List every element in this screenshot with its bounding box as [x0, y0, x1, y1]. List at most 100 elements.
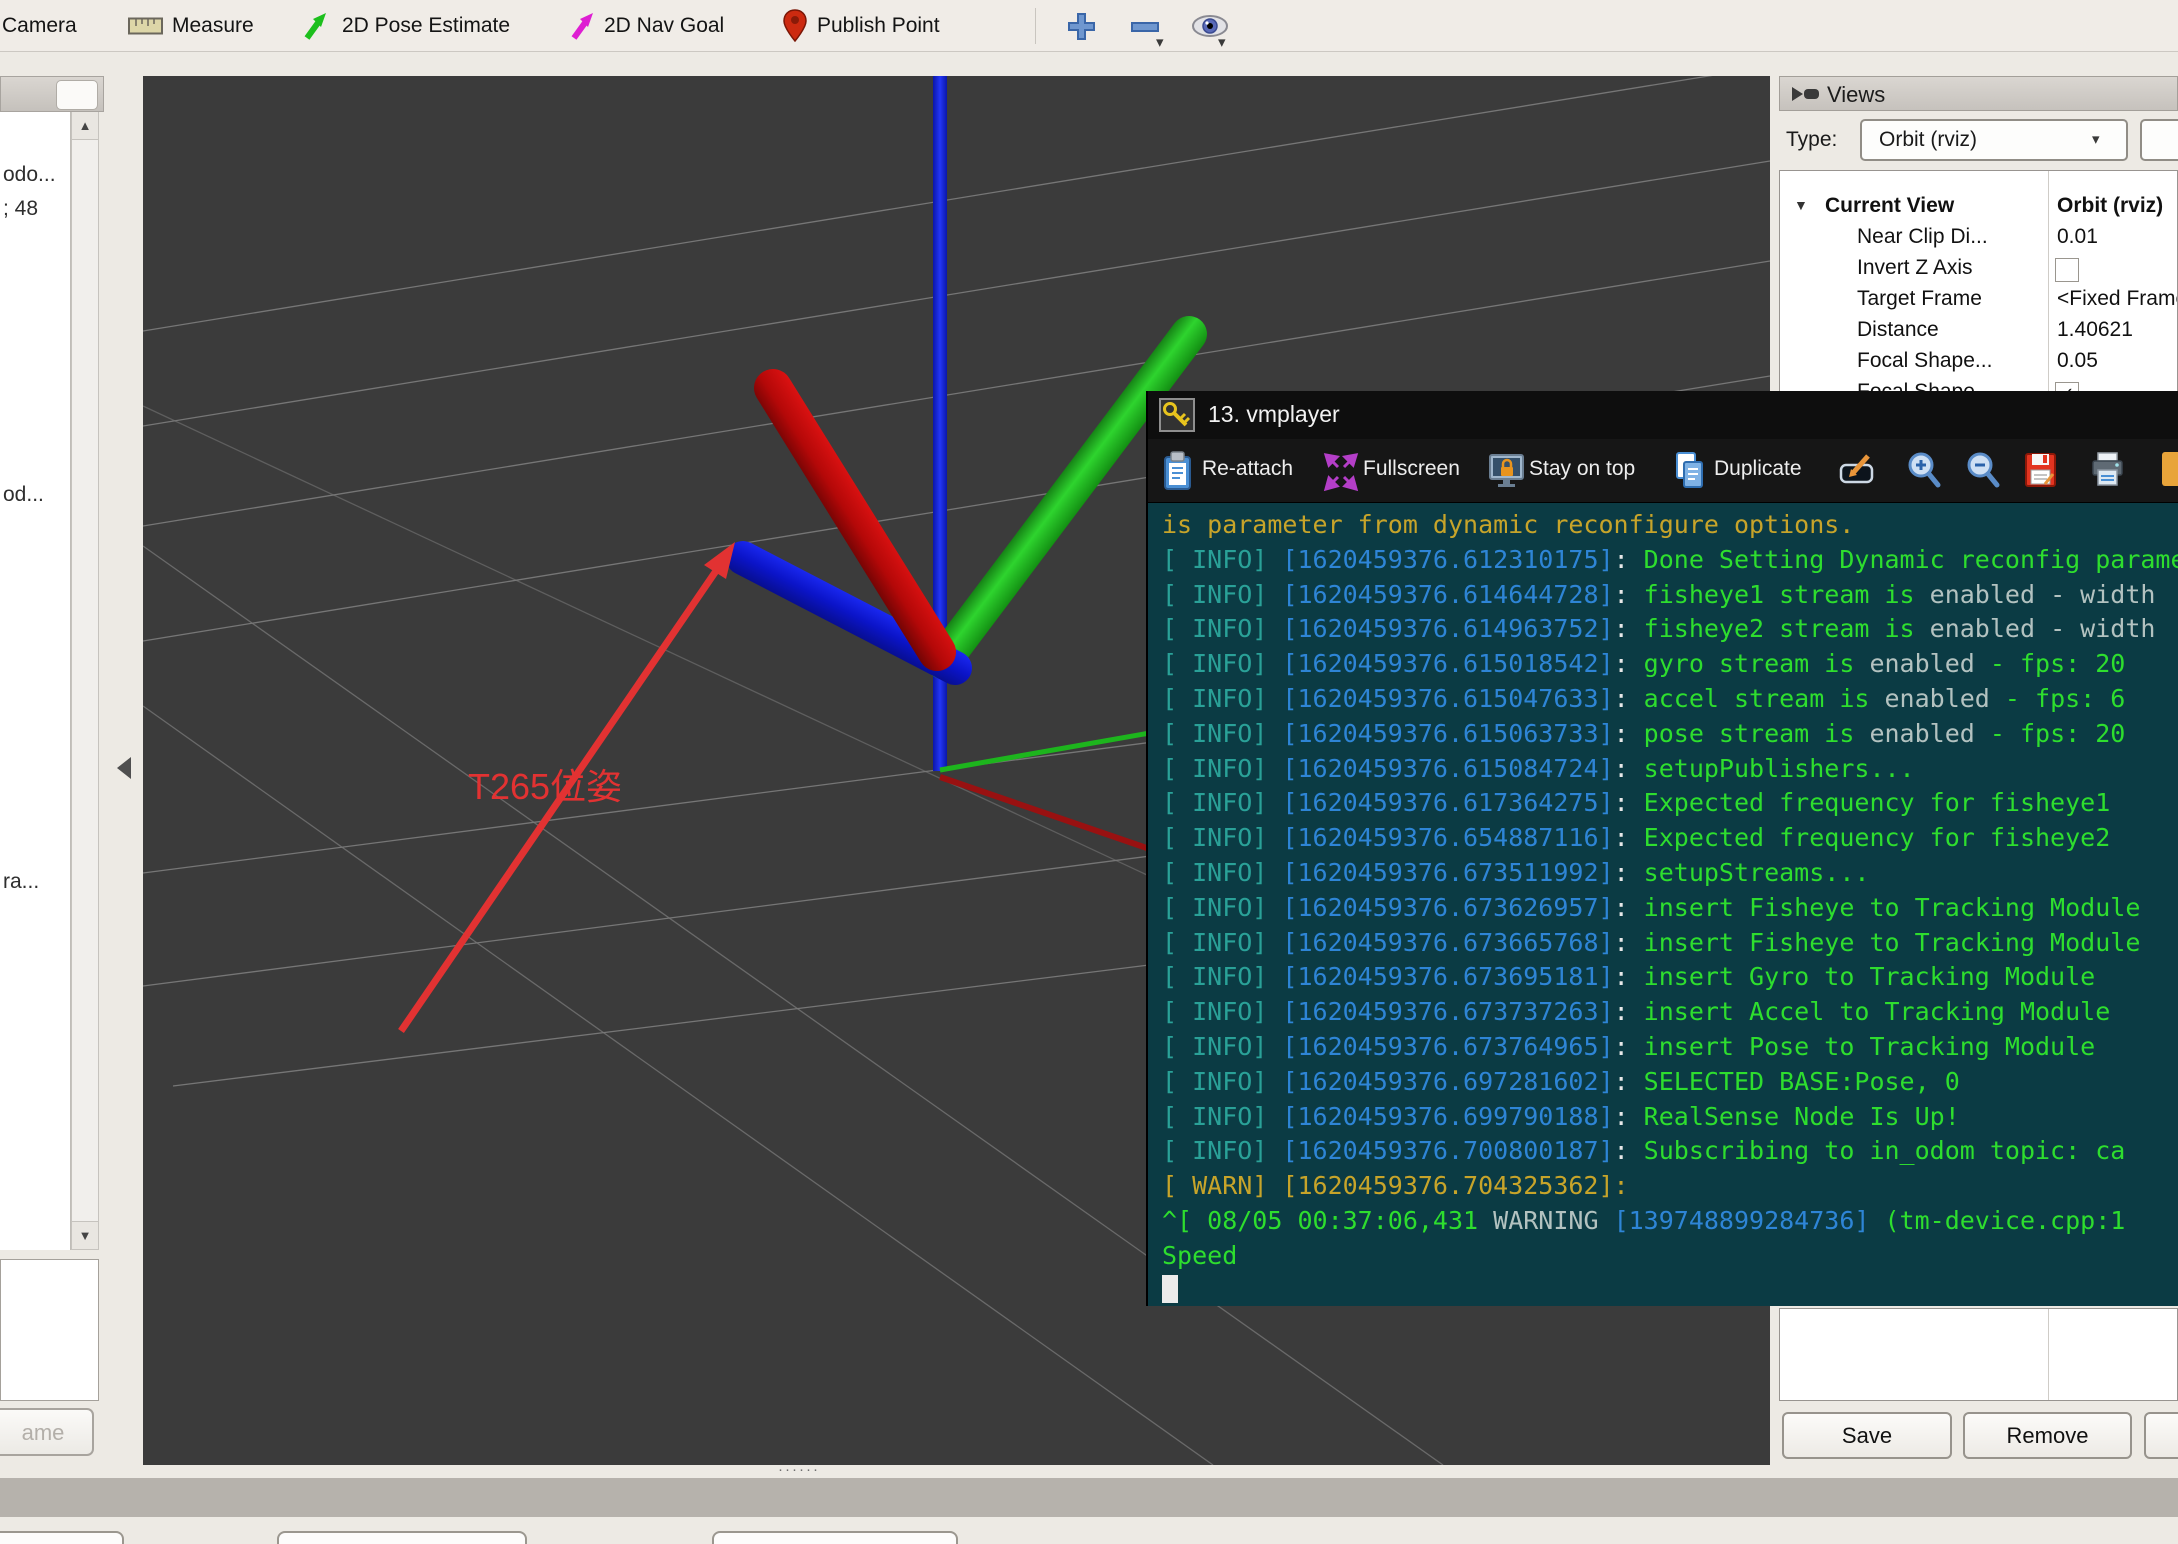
- saved-views-list[interactable]: [1779, 1308, 2178, 1401]
- property-row[interactable]: Near Clip Di... 0.01: [1780, 225, 2178, 256]
- console-line: Speed: [1162, 1239, 2178, 1274]
- bottom-partial-button-3[interactable]: [712, 1531, 958, 1544]
- green-arrow-icon: [300, 11, 330, 48]
- floppy-icon[interactable]: [2023, 450, 2059, 497]
- console-line: [ INFO] [1620459376.654887116]: Expected…: [1162, 821, 2178, 856]
- view-properties-grid[interactable]: ▼Current ViewOrbit (rviz)Near Clip Di...…: [1779, 170, 2178, 396]
- console-line: [ INFO] [1620459376.615084724]: setupPub…: [1162, 752, 2178, 787]
- console-line: [ INFO] [1620459376.699790188]: RealSens…: [1162, 1100, 2178, 1135]
- view-type-label: Type:: [1786, 128, 1837, 152]
- property-row[interactable]: ▼Current ViewOrbit (rviz): [1780, 194, 2178, 225]
- view-type-select[interactable]: Orbit (rviz) ▾: [1860, 119, 2128, 161]
- terminal-titlebar[interactable]: 13. vmplayer: [1148, 391, 2178, 439]
- console-line: [ INFO] [1620459376.673737263]: insert A…: [1162, 995, 2178, 1030]
- terminal-toolbar: Re-attach Fullscreen Stay on top Duplicate: [1148, 439, 2178, 503]
- vmplayer-terminal-window[interactable]: 13. vmplayer Re-attach Fullscreen Stay on …: [1146, 391, 2178, 1306]
- rename-view-button-partial[interactable]: [2144, 1412, 2178, 1459]
- monitor-lock-icon[interactable]: [1488, 450, 1526, 497]
- toolbar-item-nav-goal[interactable]: 2D Nav Goal: [604, 14, 724, 38]
- views-panel-header: Views: [1779, 76, 2178, 111]
- plus-icon[interactable]: [1064, 11, 1098, 48]
- displays-panel-button[interactable]: [56, 80, 98, 110]
- annotation-label: T265位姿: [468, 766, 622, 807]
- edit-icon[interactable]: [1838, 450, 1880, 493]
- resize-dots-handle[interactable]: ······: [778, 1461, 820, 1478]
- pin-icon: [782, 8, 808, 48]
- zoom-out-icon[interactable]: [1964, 450, 2002, 497]
- console-line: [ INFO] [1620459376.615047633]: accel st…: [1162, 682, 2178, 717]
- property-row[interactable]: Focal Shape... 0.05: [1780, 349, 2178, 380]
- key-icon: [1159, 398, 1195, 432]
- console-line: [ INFO] [1620459376.615018542]: gyro str…: [1162, 647, 2178, 682]
- display-item-fragment[interactable]: odo...: [3, 163, 56, 187]
- console-line: [ INFO] [1620459376.697281602]: SELECTED…: [1162, 1065, 2178, 1100]
- expander-icon[interactable]: ▼: [1794, 197, 1808, 213]
- bottom-partial-button-2[interactable]: [277, 1531, 527, 1544]
- console-line: is parameter from dynamic reconfigure op…: [1162, 508, 2178, 543]
- display-item-fragment[interactable]: ra...: [3, 870, 39, 894]
- view-zero-button[interactable]: [2140, 119, 2178, 161]
- property-row[interactable]: Distance 1.40621: [1780, 318, 2178, 349]
- list-column-divider: [2048, 1309, 2049, 1400]
- console-line: [ INFO] [1620459376.673764965]: insert P…: [1162, 1030, 2178, 1065]
- console-line: [ INFO] [1620459376.673665768]: insert F…: [1162, 926, 2178, 961]
- terminal-title: 13. vmplayer: [1208, 401, 1340, 428]
- displays-help-box: [0, 1259, 99, 1401]
- chevron-down-icon[interactable]: ▾: [1218, 38, 1226, 48]
- main-toolbar: Camera Measure 2D Pose Estimate 2D Nav Goal…: [0, 0, 2178, 52]
- console-line: [ WARN] [1620459376.704325362]:: [1162, 1169, 2178, 1204]
- console-line: [ INFO] [1620459376.614963752]: fisheye2…: [1162, 612, 2178, 647]
- rename-button[interactable]: ame: [0, 1408, 94, 1456]
- displays-scrollbar[interactable]: ▲ ▼: [71, 112, 99, 1250]
- bottom-partial-button-1[interactable]: [0, 1531, 124, 1544]
- console-line: [ INFO] [1620459376.614644728]: fisheye1…: [1162, 578, 2178, 613]
- property-label: Near Clip Di...: [1857, 225, 1988, 249]
- console-line: [ INFO] [1620459376.615063733]: pose str…: [1162, 717, 2178, 752]
- printer-icon[interactable]: [2089, 450, 2127, 497]
- console-line: ^[ 08/05 00:37:06,431 WARNING [139748899…: [1162, 1204, 2178, 1239]
- property-label: Distance: [1857, 318, 1939, 342]
- console-line: [ INFO] [1620459376.612310175]: Done Set…: [1162, 543, 2178, 578]
- display-item-fragment[interactable]: od...: [3, 483, 44, 507]
- terminal-toolbar-partial-icon[interactable]: [2162, 452, 2178, 486]
- property-label: Target Frame: [1857, 287, 1982, 311]
- console-line: [ INFO] [1620459376.700800187]: Subscrib…: [1162, 1134, 2178, 1169]
- magenta-arrow-icon: [567, 11, 597, 48]
- display-item-fragment[interactable]: ; 48: [3, 197, 38, 221]
- zoom-in-icon[interactable]: [1905, 450, 1943, 497]
- scroll-up-icon[interactable]: ▲: [72, 112, 98, 140]
- terminal-toolbar-duplicate[interactable]: Duplicate: [1714, 457, 1802, 481]
- property-value[interactable]: 0.05: [2057, 349, 2098, 373]
- toolbar-item-pose-estimate[interactable]: 2D Pose Estimate: [342, 14, 510, 38]
- terminal-toolbar-fullscreen[interactable]: Fullscreen: [1363, 457, 1460, 481]
- property-value[interactable]: 0.01: [2057, 225, 2098, 249]
- property-row[interactable]: Invert Z Axis: [1780, 256, 2178, 287]
- rviz-application-window: Camera Measure 2D Pose Estimate 2D Nav Goal…: [0, 0, 2178, 1544]
- toolbar-item-measure[interactable]: Measure: [172, 14, 254, 38]
- toolbar-item-publish-point[interactable]: Publish Point: [817, 14, 940, 38]
- terminal-console-output[interactable]: is parameter from dynamic reconfigure op…: [1148, 503, 2178, 1306]
- property-label: Focal Shape...: [1857, 349, 1992, 373]
- toolbar-item-camera[interactable]: Camera: [2, 14, 77, 38]
- views-panel-title: Views: [1827, 82, 1885, 108]
- property-row[interactable]: Target Frame <Fixed Frame>: [1780, 287, 2178, 318]
- property-checkbox[interactable]: [2055, 258, 2079, 282]
- property-value[interactable]: <Fixed Frame>: [2057, 287, 2178, 311]
- remove-view-button[interactable]: Remove: [1963, 1412, 2132, 1459]
- scroll-down-icon[interactable]: ▼: [72, 1221, 98, 1249]
- panel-collapse-handle-icon[interactable]: [117, 757, 131, 779]
- terminal-toolbar-stay-on-top[interactable]: Stay on top: [1529, 457, 1635, 481]
- property-label: Invert Z Axis: [1857, 256, 1973, 280]
- chevron-down-icon[interactable]: ▾: [1156, 38, 1164, 48]
- documents-icon[interactable]: [1672, 450, 1708, 497]
- save-view-button[interactable]: Save: [1782, 1412, 1952, 1459]
- property-value[interactable]: Orbit (rviz): [2057, 194, 2163, 218]
- property-value[interactable]: 1.40621: [2057, 318, 2133, 342]
- fullscreen-icon[interactable]: [1322, 450, 1360, 497]
- views-camera-icon: [1791, 85, 1821, 103]
- terminal-toolbar-re-attach[interactable]: Re-attach: [1202, 457, 1293, 481]
- console-line: [ INFO] [1620459376.673626957]: insert F…: [1162, 891, 2178, 926]
- displays-tree[interactable]: [0, 112, 71, 1250]
- clipboard-icon[interactable]: [1160, 450, 1196, 497]
- console-line: [ INFO] [1620459376.617364275]: Expected…: [1162, 786, 2178, 821]
